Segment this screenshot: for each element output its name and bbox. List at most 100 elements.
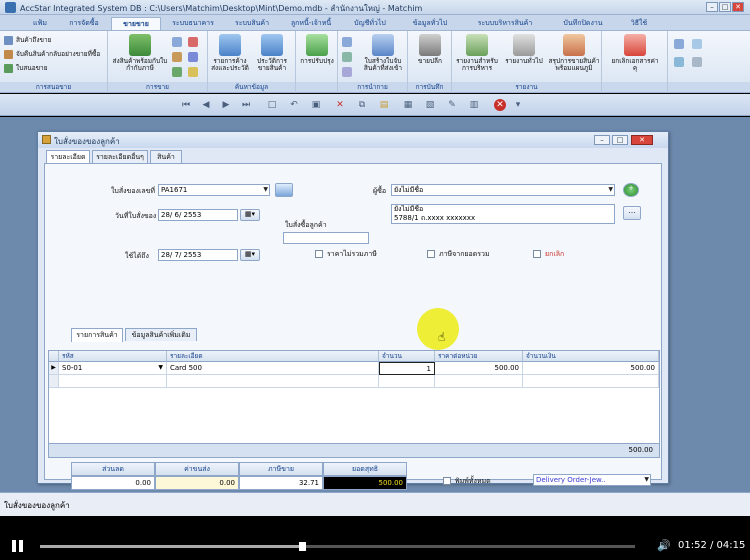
customer-field[interactable]: ยังไม่มีชื่อ ▼ (391, 184, 615, 196)
edit-icon[interactable]: ✎ (446, 99, 458, 111)
ribbon-item-general-report[interactable]: รายงานทั่วไป (502, 34, 546, 65)
grid-header-amount[interactable]: จำนวนเงิน (523, 351, 659, 362)
volume-icon[interactable]: 🔊 (657, 539, 671, 552)
small-copy-icon[interactable] (342, 67, 352, 77)
child-minimize-button[interactable]: – (594, 135, 610, 145)
vat-excluded-checkbox[interactable] (315, 250, 323, 258)
order-no-field[interactable]: PA1671 ▼ (158, 184, 270, 196)
ribbon-item-mgmt-report[interactable]: รายงานสำหรับการบริหาร (454, 34, 500, 72)
ribbon-tab-purchase[interactable]: การจัดซื้อ (60, 17, 108, 30)
ribbon-item-delivery-invoice[interactable]: ส่งสินค้าพร้อมกับใบกำกับภาษี (112, 34, 168, 72)
shipping-value[interactable]: 0.00 (155, 476, 239, 490)
new-row-qty-cell[interactable] (379, 375, 435, 388)
ribbon-item-pending[interactable]: รายการค้างส่งและประวัติ (210, 34, 250, 72)
ribbon-tab-file[interactable]: แฟ้ม (22, 17, 58, 30)
row-desc-cell[interactable]: Card 500 (167, 362, 379, 375)
ribbon-tab-inventory[interactable]: ระบบสินค้า (225, 17, 279, 30)
small-calendar-icon[interactable] (692, 39, 702, 49)
new-icon[interactable]: □ (266, 99, 278, 111)
ribbon-item-adjust[interactable]: การปรับปรุง (297, 34, 337, 65)
cancel-checkbox[interactable] (533, 250, 541, 258)
first-record-icon[interactable]: ⏮ (180, 99, 192, 111)
order-date-field[interactable]: 28/ 6/ 2553 (158, 209, 238, 221)
discount-value[interactable]: 0.00 (71, 476, 155, 490)
tab-details[interactable]: รายละเอียด (46, 150, 90, 164)
add-customer-button[interactable]: + (623, 183, 639, 197)
small-users-icon[interactable] (674, 57, 684, 67)
attach-icon[interactable]: ▥ (468, 99, 480, 111)
address-more-button[interactable]: … (623, 206, 641, 220)
row-qty-cell[interactable]: 1 (379, 362, 435, 375)
ribbon-tab-closing[interactable]: บันทึกปิดงาน (550, 17, 616, 30)
grid-header-desc[interactable]: รายละเอียด (167, 351, 379, 362)
child-close-button[interactable]: ✕ (631, 135, 653, 145)
small-export-icon[interactable] (342, 52, 352, 62)
seek-handle[interactable] (298, 542, 306, 551)
last-record-icon[interactable]: ⏭ (240, 99, 252, 111)
ribbon-tab-sales[interactable]: ขายขาย (111, 17, 161, 30)
previous-record-icon[interactable]: ◀ (200, 99, 212, 111)
dropdown-icon[interactable]: ▾ (512, 99, 524, 111)
tab-other-details[interactable]: รายละเอียดอื่นๆ (92, 150, 148, 163)
print-all-checkbox[interactable] (443, 477, 451, 485)
small-settings-icon[interactable] (692, 57, 702, 67)
seek-bar[interactable] (40, 545, 635, 548)
small-box-icon[interactable] (172, 52, 182, 62)
grid-header-code[interactable]: รหัส (59, 351, 167, 362)
ribbon-tab-help[interactable]: วิธีใช้ (619, 17, 659, 30)
child-maximize-button[interactable]: □ (612, 135, 628, 145)
stop-icon[interactable]: ✕ (494, 99, 506, 111)
print-form-select[interactable]: Delivery Order-Jew.. ▼ (533, 474, 651, 486)
table-row[interactable]: S0-01 ▼ (59, 362, 167, 375)
ribbon-tab-gl[interactable]: บัญชีทั่วไป (343, 17, 397, 30)
save-icon[interactable]: ▣ (310, 99, 322, 111)
new-row-price-cell[interactable] (435, 375, 523, 388)
ribbon-item-retail[interactable]: ขายปลีก (410, 34, 450, 65)
row-price-cell[interactable]: 500.00 (435, 362, 523, 375)
new-row-amount-cell[interactable] (523, 375, 659, 388)
tab-products[interactable]: สินค้า (150, 150, 182, 163)
row-amount-cell[interactable]: 500.00 (523, 362, 659, 375)
ribbon-item-quote-list[interactable]: สินค้าถึงขาย (4, 35, 51, 45)
maximize-button[interactable]: □ (719, 2, 731, 12)
ribbon-item-history[interactable]: ประวัติการขายสินค้า (252, 34, 292, 72)
ribbon-tab-inventory-mgmt[interactable]: ระบบบริหารสินค้า (463, 17, 547, 30)
ribbon-tab-general[interactable]: ข้อมูลทั่วไป (400, 17, 460, 30)
small-user-icon[interactable] (674, 39, 684, 49)
ribbon-tab-ar-ap[interactable]: ลูกหนี้-เจ้าหนี้ (282, 17, 340, 30)
subtab-items[interactable]: รายการสินค้า (71, 328, 123, 342)
ribbon-item-quotation[interactable]: ใบสนอขาย (4, 63, 48, 73)
grid-header-price[interactable]: ราคาต่อหน่วย (435, 351, 523, 362)
new-row-selector[interactable] (49, 375, 59, 388)
ribbon-item-receive[interactable]: ใบสร้างใบจับสินค้าที่ส่งเข้า (360, 34, 406, 72)
ribbon-item-cancel-doc[interactable]: ยกเลิกเอกสารค่าคุ (610, 34, 660, 72)
ribbon-item-return[interactable]: จับคืนสินค้ากลับอย่างขายที่ซื้อ (4, 49, 100, 59)
folder-icon[interactable]: ▤ (378, 99, 390, 111)
calendar-button[interactable]: ▦▾ (240, 209, 260, 221)
minimize-button[interactable]: – (706, 2, 718, 12)
delete-icon[interactable]: ✕ (334, 99, 346, 111)
small-import-icon[interactable] (342, 37, 352, 47)
ribbon-tab-bank[interactable]: ระบบธนาคาร (164, 17, 222, 30)
row-selector-icon[interactable]: ▶ (49, 362, 59, 375)
ribbon-item-sales-chart[interactable]: สรุปการขายสินค้าพร้อมแผนภูมิ (548, 34, 600, 72)
undo-icon[interactable]: ↶ (288, 99, 300, 111)
copy-icon[interactable]: ⧉ (356, 99, 368, 111)
customer-address-field[interactable]: ยังไม่มีชื่อ 5788/1 ถ.xxxx xxxxxxx (391, 204, 615, 224)
vat-total-checkbox[interactable] (427, 250, 435, 258)
customer-ref-field[interactable] (283, 232, 369, 244)
preview-icon[interactable]: ▧ (424, 99, 436, 111)
close-button[interactable]: ✕ (732, 2, 744, 12)
small-doc-icon[interactable] (172, 37, 182, 47)
small-star-icon[interactable] (188, 67, 198, 77)
new-row-desc-cell[interactable] (167, 375, 379, 388)
small-cart-icon[interactable] (172, 67, 182, 77)
small-tag-icon[interactable] (188, 37, 198, 47)
new-row-code-cell[interactable] (59, 375, 167, 388)
grid-header-qty[interactable]: จำนวน (379, 351, 435, 362)
pause-icon[interactable] (12, 540, 24, 552)
next-record-icon[interactable]: ▶ (220, 99, 232, 111)
lookup-button[interactable] (275, 183, 293, 197)
print-icon[interactable]: ▦ (402, 99, 414, 111)
due-calendar-button[interactable]: ▦▾ (240, 249, 260, 261)
